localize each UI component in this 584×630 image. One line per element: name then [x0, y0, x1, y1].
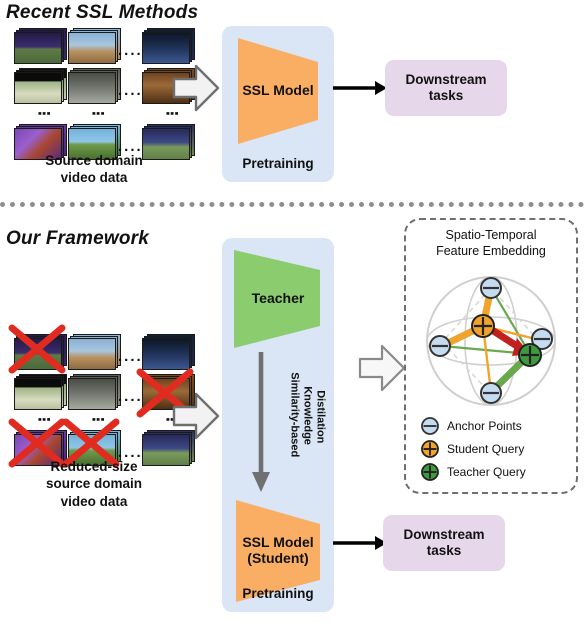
row-ellipsis: ....	[118, 82, 143, 99]
pretraining-panel-top: SSL Model Pretraining	[222, 26, 334, 182]
thumb-image	[68, 378, 116, 410]
row-ellipsis: ....	[118, 42, 143, 59]
embedding-title-line: Spatio-Temporal	[445, 228, 537, 242]
student-label-line: SSL Model	[242, 534, 314, 550]
thumb-image	[14, 378, 62, 410]
downstream-tasks-box-bottom: Downstream tasks	[383, 515, 505, 571]
thumb-image	[14, 72, 62, 104]
legend-label: Anchor Points	[447, 419, 522, 433]
anchor-point-marker	[480, 382, 502, 404]
teacher-label: Teacher	[251, 290, 305, 306]
anchor-point-marker	[429, 335, 451, 357]
pretraining-label-top: Pretraining	[242, 156, 314, 171]
student-query-marker-icon	[421, 440, 439, 458]
arrow-to-downstream-top	[333, 81, 387, 95]
column-ellipsis: ⋮	[89, 106, 106, 122]
distillation-line: Distilation	[314, 390, 327, 444]
caption-line: source domain	[45, 476, 143, 492]
student-query-marker	[471, 314, 495, 338]
teacher-query-marker-icon	[421, 463, 439, 481]
bottom-source-caption: Reduced-size source domain video data	[4, 458, 184, 510]
embedding-title: Spatio-Temporal Feature Embedding	[406, 228, 576, 259]
arrow-to-downstream-bottom	[333, 536, 387, 550]
downstream-line: Downstream	[403, 526, 485, 542]
block-arrow-right-top	[172, 64, 220, 112]
caption-line: Reduced-size	[50, 459, 138, 474]
student-model-label: SSL Model (Student)	[222, 534, 334, 566]
top-source-caption: Source domain video data	[4, 152, 184, 187]
column-ellipsis: ⋮	[35, 106, 52, 122]
distillation-arrow	[252, 352, 270, 492]
caption-line: Source domain	[45, 153, 143, 168]
legend-item-teacher-query: Teacher Query	[420, 462, 526, 482]
panel-divider	[0, 202, 584, 207]
downstream-tasks-box-top: Downstream tasks	[385, 60, 507, 116]
anchor-point-marker	[480, 277, 502, 299]
legend-item-student-query: Student Query	[420, 439, 524, 459]
row-ellipsis: ....	[118, 348, 143, 365]
downstream-line: Downstream	[405, 71, 487, 87]
downstream-line: tasks	[428, 88, 464, 103]
teacher-query-marker	[518, 343, 542, 367]
legend-item-anchor-points: Anchor Points	[420, 416, 522, 436]
downstream-line: tasks	[426, 543, 462, 558]
block-arrow-right-bottom	[172, 392, 220, 440]
thumb-image	[14, 32, 62, 64]
thumb-image	[142, 32, 190, 64]
ssl-model-label: SSL Model	[242, 82, 314, 98]
feature-embedding-sphere	[426, 276, 556, 406]
student-label-line: (Student)	[247, 550, 309, 567]
pretraining-label-bottom: Pretraining	[242, 586, 314, 601]
distillation-label: Distilation	[298, 378, 343, 443]
top-panel-title: Recent SSL Methods	[6, 2, 199, 23]
pretraining-panel-bottom: Teacher Similarity-based Knowledge Disti…	[222, 238, 334, 612]
embedding-title-line: Feature Embedding	[436, 243, 546, 258]
source-video-grid-top: .... .... ⋮ ⋮ ⋮ ....	[14, 28, 195, 160]
thumb-image	[68, 72, 116, 104]
cross-out-icon	[8, 324, 66, 374]
source-video-grid-bottom: .... .... ⋮ ⋮ ⋮ ....	[8, 324, 195, 468]
legend-label: Student Query	[447, 442, 525, 456]
thumb-image	[68, 338, 116, 370]
caption-line: video data	[60, 170, 128, 186]
legend-label: Teacher Query	[447, 465, 526, 479]
embedding-box: Spatio-Temporal Feature Embedding Anchor…	[404, 218, 578, 494]
block-arrow-to-embedding	[358, 344, 406, 392]
thumb-image	[68, 32, 116, 64]
bottom-panel-title: Our Framework	[6, 228, 150, 249]
caption-line: video data	[60, 493, 128, 509]
anchor-point-marker-icon	[421, 417, 439, 435]
